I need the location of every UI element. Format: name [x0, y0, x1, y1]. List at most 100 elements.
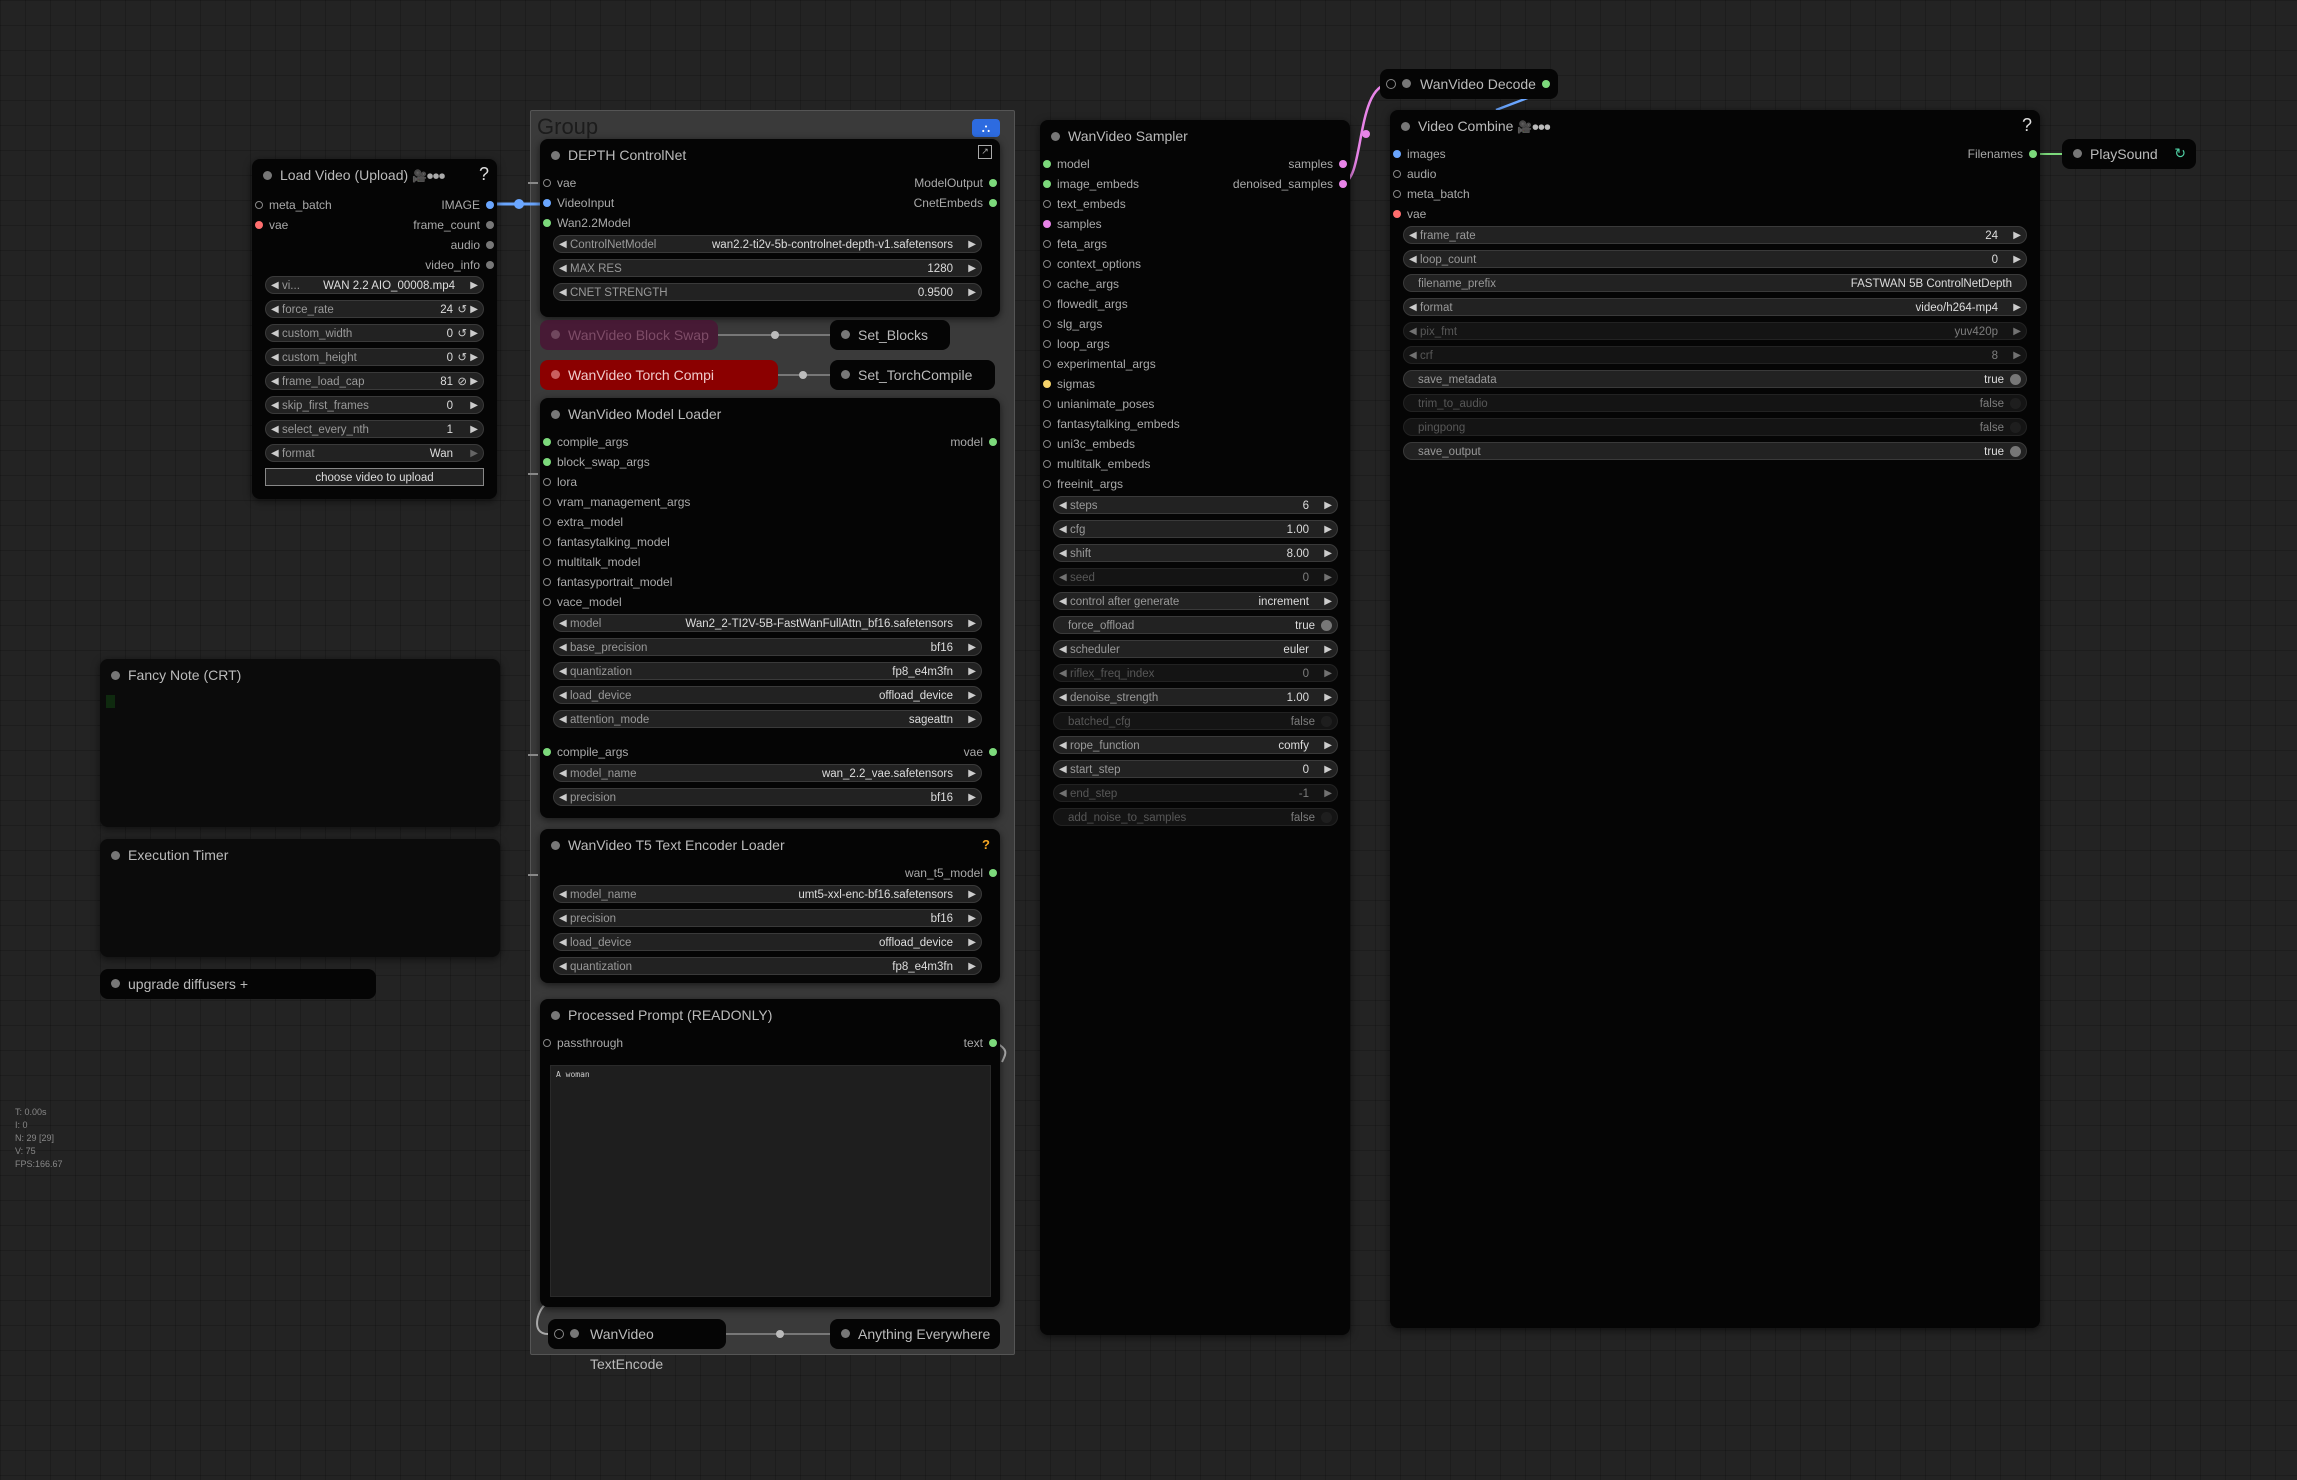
- widget-quantization[interactable]: ◀ quantization fp8_e4m3fn ▶: [553, 662, 982, 680]
- widget-trim-to-audio[interactable]: trim_to_audio false: [1403, 394, 2027, 412]
- widget-vae-precision[interactable]: ◀ precision bf16 ▶: [553, 788, 982, 806]
- decrement-arrow[interactable]: ◀: [1059, 593, 1067, 609]
- collapse-dot[interactable]: [551, 370, 560, 379]
- input-multitalk-embeds[interactable]: multitalk_embeds: [1043, 456, 1150, 472]
- widget-frame-load-cap[interactable]: ◀ frame_load_cap 81 ⊘ ▶: [265, 372, 484, 390]
- widget-save-metadata[interactable]: save_metadata true: [1403, 370, 2027, 388]
- expand-icon[interactable]: ↗: [978, 145, 992, 159]
- input-slot[interactable]: [554, 1329, 564, 1339]
- widget-crf[interactable]: ◀ crf 8 ▶: [1403, 346, 2027, 364]
- widget-control-after-generate[interactable]: ◀ control after generate increment ▶: [1053, 592, 1338, 610]
- block-swap-node[interactable]: WanVideo Block Swap: [540, 320, 718, 350]
- input-videoinput[interactable]: VideoInput: [543, 195, 614, 211]
- input-flowedit-args[interactable]: flowedit_args: [1043, 296, 1128, 312]
- depth-controlnet-node[interactable]: DEPTH ControlNet ↗ vae VideoInput Wan2.2…: [540, 139, 1000, 317]
- processed-prompt-node[interactable]: Processed Prompt (READONLY) passthrough …: [540, 999, 1000, 1307]
- input-vram-management-args[interactable]: vram_management_args: [543, 494, 690, 510]
- output-wan-t5-model[interactable]: wan_t5_model: [905, 865, 997, 881]
- fancy-note-node[interactable]: Fancy Note (CRT): [100, 659, 500, 827]
- collapse-dot[interactable]: [841, 330, 850, 339]
- widget-format[interactable]: ◀ format video/h264-mp4 ▶: [1403, 298, 2027, 316]
- decrement-arrow[interactable]: ◀: [1059, 497, 1067, 513]
- output-text[interactable]: text: [964, 1035, 997, 1051]
- upload-button[interactable]: choose video to upload: [265, 468, 484, 486]
- collapse-dot[interactable]: [111, 979, 120, 988]
- widget-denoise-strength[interactable]: ◀ denoise_strength 1.00 ▶: [1053, 688, 1338, 706]
- increment-arrow[interactable]: ▶: [1324, 641, 1332, 657]
- upgrade-diffusers-node[interactable]: upgrade diffusers +: [100, 969, 376, 999]
- increment-arrow[interactable]: ▶: [2013, 323, 2021, 339]
- increment-arrow[interactable]: ▶: [1324, 785, 1332, 801]
- help-icon[interactable]: ?: [982, 837, 990, 852]
- input-passthrough[interactable]: passthrough: [543, 1035, 623, 1051]
- widget-loop-count[interactable]: ◀ loop_count 0 ▶: [1403, 250, 2027, 268]
- widget-format[interactable]: ◀ format Wan ▶: [265, 444, 484, 462]
- increment-arrow[interactable]: ▶: [2013, 251, 2021, 267]
- widget-force-offload[interactable]: force_offload true: [1053, 616, 1338, 634]
- widget-custom-width[interactable]: ◀ custom_width 0 ↺ ▶: [265, 324, 484, 342]
- decrement-arrow[interactable]: ◀: [1409, 323, 1417, 339]
- input-wan-model[interactable]: Wan2.2Model: [543, 215, 631, 231]
- input-compile-args[interactable]: compile_args: [543, 434, 628, 450]
- input-image-embeds[interactable]: image_embeds: [1043, 176, 1139, 192]
- input-block-swap-args[interactable]: block_swap_args: [543, 454, 650, 470]
- widget-filename-prefix[interactable]: filename_prefix FASTWAN 5B ControlNetDept…: [1403, 274, 2027, 292]
- widget-riflex-freq-index[interactable]: ◀ riflex_freq_index 0 ▶: [1053, 664, 1338, 682]
- widget-add-noise-to-samples[interactable]: add_noise_to_samples false: [1053, 808, 1338, 826]
- widget-t5-load-device[interactable]: ◀ load_device offload_device ▶: [553, 933, 982, 951]
- increment-arrow[interactable]: ▶: [1324, 569, 1332, 585]
- input-fantasytalking-model[interactable]: fantasytalking_model: [543, 534, 670, 550]
- input-images[interactable]: images: [1393, 146, 1446, 162]
- decrement-arrow[interactable]: ◀: [1409, 347, 1417, 363]
- widget-model[interactable]: ◀ model Wan2_2-TI2V-5B-FastWanFullAttn_bf1…: [553, 614, 982, 632]
- output-filenames[interactable]: Filenames: [1968, 146, 2037, 162]
- input-vae-compile-args[interactable]: compile_args: [543, 744, 628, 760]
- increment-arrow[interactable]: ▶: [1324, 761, 1332, 777]
- widget-steps[interactable]: ◀ steps 6 ▶: [1053, 496, 1338, 514]
- input-text-embeds[interactable]: text_embeds: [1043, 196, 1126, 212]
- decrement-arrow[interactable]: ◀: [1059, 641, 1067, 657]
- increment-arrow[interactable]: ▶: [1324, 665, 1332, 681]
- decode-node[interactable]: WanVideo Decode: [1380, 69, 1558, 99]
- increment-arrow[interactable]: ▶: [1324, 497, 1332, 513]
- widget-force-rate[interactable]: ◀ force_rate 24 ↺ ▶: [265, 300, 484, 318]
- text-encode-node[interactable]: WanVideo TextEncode: [548, 1319, 726, 1372]
- input-slg-args[interactable]: slg_args: [1043, 316, 1102, 332]
- input-unianimate-poses[interactable]: unianimate_poses: [1043, 396, 1154, 412]
- collapse-dot[interactable]: [2073, 149, 2082, 158]
- help-icon[interactable]: ?: [479, 164, 489, 185]
- output-vae[interactable]: vae: [964, 744, 997, 760]
- t5-loader-node[interactable]: WanVideo T5 Text Encoder Loader ? wan_t5…: [540, 829, 1000, 983]
- increment-arrow[interactable]: ▶: [2013, 347, 2021, 363]
- widget-controlnetmodel[interactable]: ◀ ControlNetModel wan2.2-ti2v-5b-controlne…: [553, 235, 982, 253]
- input-freeinit-args[interactable]: freeinit_args: [1043, 476, 1123, 492]
- input-vae[interactable]: vae: [1393, 206, 1426, 222]
- output-cnetembeds[interactable]: CnetEmbeds: [914, 195, 997, 211]
- widget-custom-height[interactable]: ◀ custom_height 0 ↺ ▶: [265, 348, 484, 366]
- input-model[interactable]: model: [1043, 156, 1090, 172]
- decrement-arrow[interactable]: ◀: [1409, 251, 1417, 267]
- increment-arrow[interactable]: ▶: [1324, 689, 1332, 705]
- output-modeloutput[interactable]: ModelOutput: [914, 175, 997, 191]
- execution-timer-node[interactable]: Execution Timer: [100, 839, 500, 957]
- collapse-dot[interactable]: [841, 1329, 850, 1338]
- input-multitalk-model[interactable]: multitalk_model: [543, 554, 640, 570]
- widget-scheduler[interactable]: ◀ scheduler euler ▶: [1053, 640, 1338, 658]
- collapse-dot[interactable]: [551, 330, 560, 339]
- widget-pix-fmt[interactable]: ◀ pix_fmt yuv420p ▶: [1403, 322, 2027, 340]
- widget-batched-cfg[interactable]: batched_cfg false: [1053, 712, 1338, 730]
- decrement-arrow[interactable]: ◀: [1409, 227, 1417, 243]
- input-vae[interactable]: vae: [255, 217, 288, 233]
- widget-seed[interactable]: ◀ seed 0 ▶: [1053, 568, 1338, 586]
- widget-pingpong[interactable]: pingpong false: [1403, 418, 2027, 436]
- input-loop-args[interactable]: loop_args: [1043, 336, 1110, 352]
- playsound-node[interactable]: PlaySound ↻: [2062, 139, 2196, 169]
- widget-cfg[interactable]: ◀ cfg 1.00 ▶: [1053, 520, 1338, 538]
- increment-arrow[interactable]: ▶: [2013, 299, 2021, 315]
- input-fantasytalking-embeds[interactable]: fantasytalking_embeds: [1043, 416, 1180, 432]
- widget-max-res[interactable]: ◀ MAX RES 1280 ▶: [553, 259, 982, 277]
- widget-start-step[interactable]: ◀ start_step 0 ▶: [1053, 760, 1338, 778]
- widget-vae-model-name[interactable]: ◀ model_name wan_2.2_vae.safetensors ▶: [553, 764, 982, 782]
- input-cache-args[interactable]: cache_args: [1043, 276, 1119, 292]
- input-meta-batch[interactable]: meta_batch: [1393, 186, 1470, 202]
